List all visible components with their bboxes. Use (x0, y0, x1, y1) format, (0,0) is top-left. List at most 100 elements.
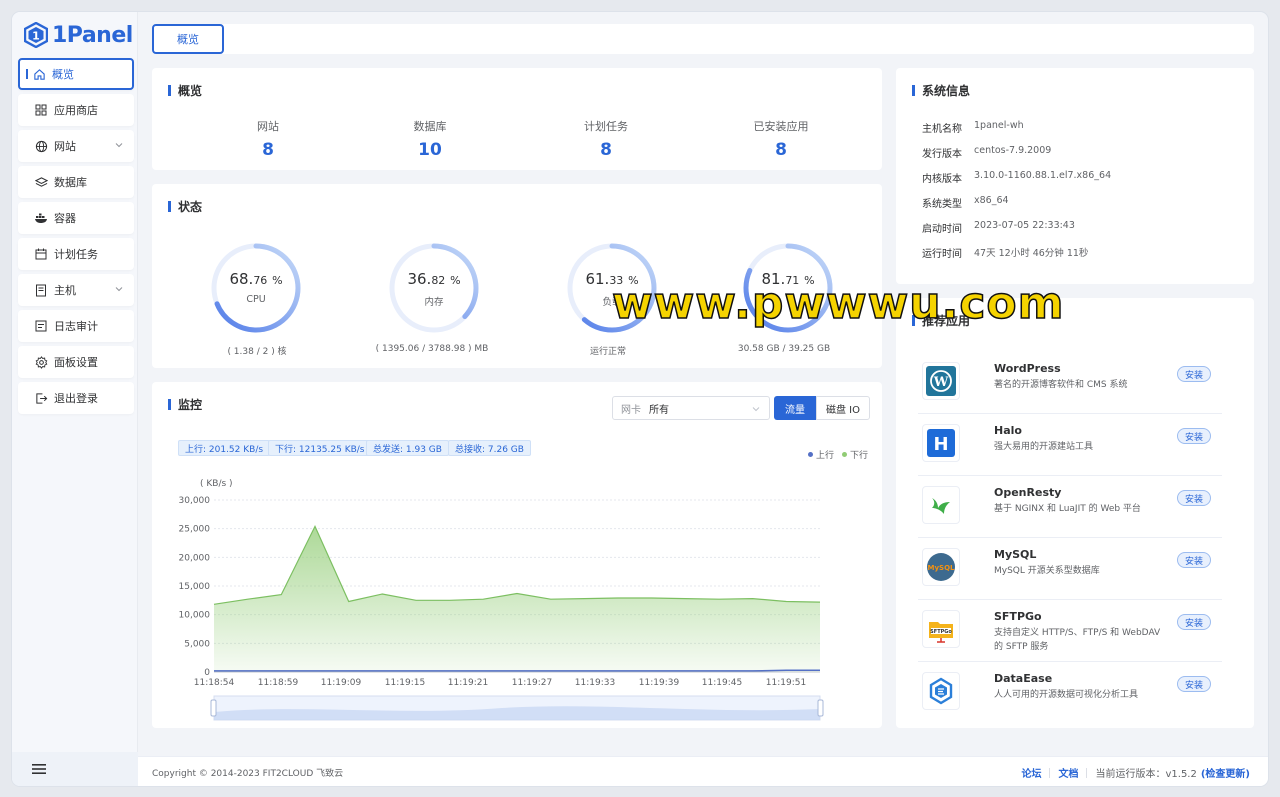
gauge-ring (211, 243, 301, 333)
gauge-value: 61.33 % (585, 270, 639, 288)
globe-icon (34, 139, 48, 153)
sysinfo-row: 发行版本 centos-7.9.2009 (922, 145, 1051, 160)
sidebar-item-label: 网站 (54, 140, 76, 153)
sidebar-item-host[interactable]: 主机 (18, 274, 134, 306)
app-item-wordpress[interactable]: W WordPress 著名的开源博客软件和 CMS 系统 安装 (918, 352, 1222, 414)
stat-databases[interactable]: 数据库 10 (370, 118, 490, 160)
chevron-down-icon (115, 143, 123, 148)
svg-text:MySQL: MySQL (928, 564, 956, 572)
stat-websites[interactable]: 网站 8 (208, 118, 328, 160)
sidebar-item-container[interactable]: 容器 (18, 202, 134, 234)
menu-icon (32, 764, 46, 774)
app-window: 1 1Panel 概览 应用商店 网站 数据库 容器 计划任务 主机 日志审计 … (12, 12, 1268, 786)
version-label: 当前运行版本：v1.5.2 (1095, 769, 1197, 780)
sysinfo-row: 启动时间 2023-07-05 22:33:43 (922, 220, 1075, 235)
app-description: 强大易用的开源建站工具 (994, 442, 1094, 452)
sysinfo-key: 运行时间 (922, 249, 962, 260)
stat-cronjobs[interactable]: 计划任务 8 (546, 118, 666, 160)
app-name: WordPress (994, 362, 1061, 375)
sysinfo-value: 47天 12小时 46分钟 11秒 (974, 248, 1089, 259)
sidebar-menu: 概览 应用商店 网站 数据库 容器 计划任务 主机 日志审计 面板设置 退出登录 (18, 58, 134, 418)
overview-title: 概览 (168, 82, 202, 99)
sidebar-item-overview[interactable]: 概览 (18, 58, 134, 90)
check-update-link[interactable]: (检查更新) (1201, 765, 1250, 780)
install-button[interactable]: 安装 (1177, 366, 1211, 382)
app-item-mysql[interactable]: MySQL MySQL MySQL 开源关系型数据库 安装 (918, 538, 1222, 600)
y-tick-label: 20,000 (179, 553, 211, 563)
x-tick-label: 11:18:54 (194, 678, 235, 688)
docs-link[interactable]: 文档 (1058, 765, 1078, 780)
sidebar-item-website[interactable]: 网站 (18, 130, 134, 162)
install-button[interactable]: 安装 (1177, 614, 1211, 630)
zoom-handle-right[interactable] (817, 699, 824, 717)
install-button[interactable]: 安装 (1177, 490, 1211, 506)
app-description: 基于 NGINX 和 LuaJIT 的 Web 平台 (994, 504, 1141, 514)
apps-title: 推荐应用 (912, 312, 970, 329)
install-button[interactable]: 安装 (1177, 552, 1211, 568)
app-item-dataease[interactable]: DataEase 人人可用的开源数据可视化分析工具 安装 (918, 662, 1222, 724)
sidebar-item-appstore[interactable]: 应用商店 (18, 94, 134, 126)
sidebar-collapse-button[interactable] (12, 752, 138, 786)
x-tick-label: 11:19:33 (575, 678, 615, 688)
install-button[interactable]: 安装 (1177, 428, 1211, 444)
app-name: Halo (994, 424, 1022, 437)
stat-value: 10 (418, 140, 442, 160)
monitor-card: 监控 网卡 所有 流量 磁盘 IO 上行: 201.52 KB/s 下行: 12… (152, 382, 882, 728)
sidebar-item-label: 主机 (54, 284, 76, 297)
zoom-handle-left[interactable] (210, 699, 217, 717)
gauge-1: 36.82 % 内存 (384, 238, 484, 338)
sidebar-item-label: 计划任务 (54, 248, 98, 261)
sidebar-item-label: 容器 (54, 212, 76, 225)
gauge-3: 81.71 % (738, 238, 838, 338)
sidebar-item-log-audit[interactable]: 日志审计 (18, 310, 134, 342)
sidebar-item-logout[interactable]: 退出登录 (18, 382, 134, 414)
dataease-icon (922, 672, 960, 710)
logout-icon (34, 391, 48, 405)
sysinfo-title: 系统信息 (912, 82, 970, 99)
app-item-openresty[interactable]: OpenResty 基于 NGINX 和 LuaJIT 的 Web 平台 安装 (918, 476, 1222, 538)
sidebar-item-panel-settings[interactable]: 面板设置 (18, 346, 134, 378)
app-item-halo[interactable]: H Halo 强大易用的开源建站工具 安装 (918, 414, 1222, 476)
tab-bar: 概览 (152, 24, 1254, 54)
sidebar-item-cronjob[interactable]: 计划任务 (18, 238, 134, 270)
x-tick-label: 11:19:39 (639, 678, 680, 688)
sidebar-item-label: 概览 (52, 68, 74, 81)
stat-installed-apps[interactable]: 已安装应用 8 (721, 118, 841, 160)
1panel-logo-icon: 1 (24, 22, 48, 48)
calendar-icon (34, 247, 48, 261)
sidebar-item-label: 面板设置 (54, 356, 98, 369)
tab-overview[interactable]: 概览 (152, 24, 224, 54)
y-tick-label: 25,000 (179, 525, 211, 535)
y-axis-label: ( KB/s ) (200, 479, 233, 489)
sidebar-item-label: 日志审计 (54, 320, 98, 333)
stat-value: 8 (775, 140, 787, 160)
sysinfo-row: 内核版本 3.10.0-1160.88.1.el7.x86_64 (922, 170, 1111, 185)
x-tick-label: 11:18:59 (258, 678, 299, 688)
sysinfo-value: centos-7.9.2009 (974, 145, 1052, 156)
sidebar-item-label: 退出登录 (54, 392, 98, 405)
docker-icon (34, 211, 48, 225)
app-item-sftpgo[interactable]: SFTPGo SFTPGo 支持自定义 HTTP/S、FTP/S 和 WebDAV … (918, 600, 1222, 662)
install-button[interactable]: 安装 (1177, 676, 1211, 692)
chevron-down-icon (115, 287, 123, 292)
sidebar-item-label: 数据库 (54, 176, 87, 189)
overview-card: 概览 网站 8 数据库 10 计划任务 8 已安装应用 8 (152, 68, 882, 170)
svg-text:W: W (933, 375, 949, 390)
sysinfo-key: 内核版本 (922, 174, 962, 185)
home-icon (32, 67, 46, 81)
x-tick-label: 11:19:15 (385, 678, 425, 688)
log-icon (34, 319, 48, 333)
gauge-label: 内存 (424, 297, 444, 308)
sysinfo-key: 系统类型 (922, 199, 962, 210)
sidebar-item-database[interactable]: 数据库 (18, 166, 134, 198)
stat-label: 网站 (257, 120, 279, 133)
sysinfo-row: 主机名称 1panel-wh (922, 120, 1024, 135)
gauge-footer: ( 1.38 / 2 ) 核 (227, 347, 287, 357)
sysinfo-row: 系统类型 x86_64 (922, 195, 1009, 210)
svg-text:H: H (933, 434, 948, 455)
forum-link[interactable]: 论坛 (1021, 765, 1041, 780)
logo[interactable]: 1 1Panel (24, 20, 133, 50)
app-description: 人人可用的开源数据可视化分析工具 (994, 690, 1139, 700)
gauge-value: 68.76 % (229, 270, 283, 288)
main-content: 概览 概览 网站 8 数据库 10 计划任务 8 已安装应用 8 状态 68.7… (138, 12, 1268, 786)
